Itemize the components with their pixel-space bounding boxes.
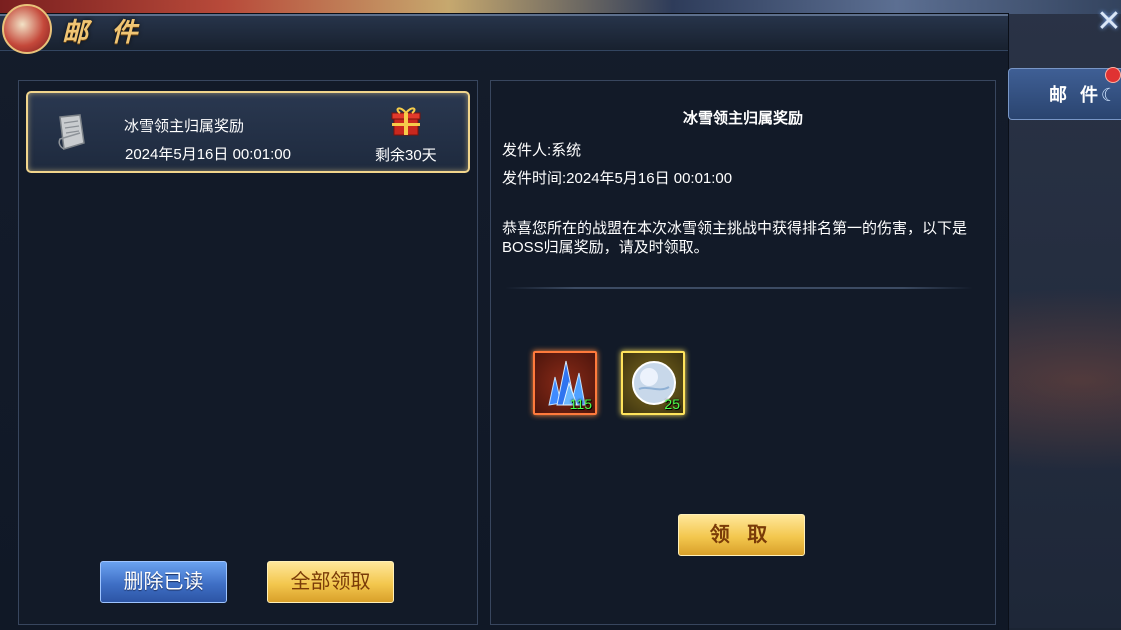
mail-remaining-days: 剩余30天	[375, 147, 437, 164]
reward-count: 115	[569, 396, 592, 412]
close-icon[interactable]: ✕	[1096, 4, 1121, 40]
mail-sender: 发件人:系统	[502, 142, 582, 159]
delete-read-button[interactable]: 删除已读	[100, 561, 227, 603]
moon-icon: ☾	[1100, 85, 1117, 105]
side-tab-label: 邮 件	[1049, 85, 1103, 105]
mail-sent-time: 发件时间:2024年5月16日 00:01:00	[502, 170, 733, 187]
mail-list-item[interactable]: 冰雪领主归属奖励 2024年5月16日 00:01:00 剩余30天	[26, 91, 470, 173]
notification-badge	[1105, 67, 1121, 83]
mail-body: 恭喜您所在的战盟在本次冰雪领主挑战中获得排名第一的伤害，以下是BOSS归属奖励，…	[502, 220, 968, 256]
mail-emblem-icon	[2, 4, 52, 54]
scroll-icon	[58, 114, 85, 150]
mail-detail-panel: 冰雪领主归属奖励 发件人:系统 发件时间:2024年5月16日 00:01:00…	[490, 80, 996, 625]
mail-list-panel: 冰雪领主归属奖励 2024年5月16日 00:01:00 剩余30天 删除已读 …	[18, 80, 478, 625]
reward-item[interactable]: 25	[621, 351, 685, 415]
gift-box-icon	[391, 107, 421, 136]
reward-item[interactable]: 115	[533, 351, 597, 415]
mail-subject: 冰雪领主归属奖励	[124, 118, 245, 135]
background-banner	[0, 0, 1121, 14]
claim-button[interactable]: 领 取	[678, 514, 805, 556]
reward-count: 25	[664, 396, 680, 412]
title-bar: 邮 件	[0, 4, 1008, 54]
dialog-title: 邮 件	[62, 17, 146, 47]
claim-all-button[interactable]: 全部领取	[267, 561, 394, 603]
side-tab-mail[interactable]: 邮 件 ☾	[1008, 67, 1121, 120]
mail-date: 2024年5月16日 00:01:00	[125, 146, 291, 163]
mail-dialog: 邮 件 冰雪领主归属奖励 2024年5月16日 00:01:00 剩余30天 删…	[0, 4, 1008, 630]
divider	[505, 287, 973, 289]
mail-detail-title: 冰雪领主归属奖励	[682, 110, 803, 127]
